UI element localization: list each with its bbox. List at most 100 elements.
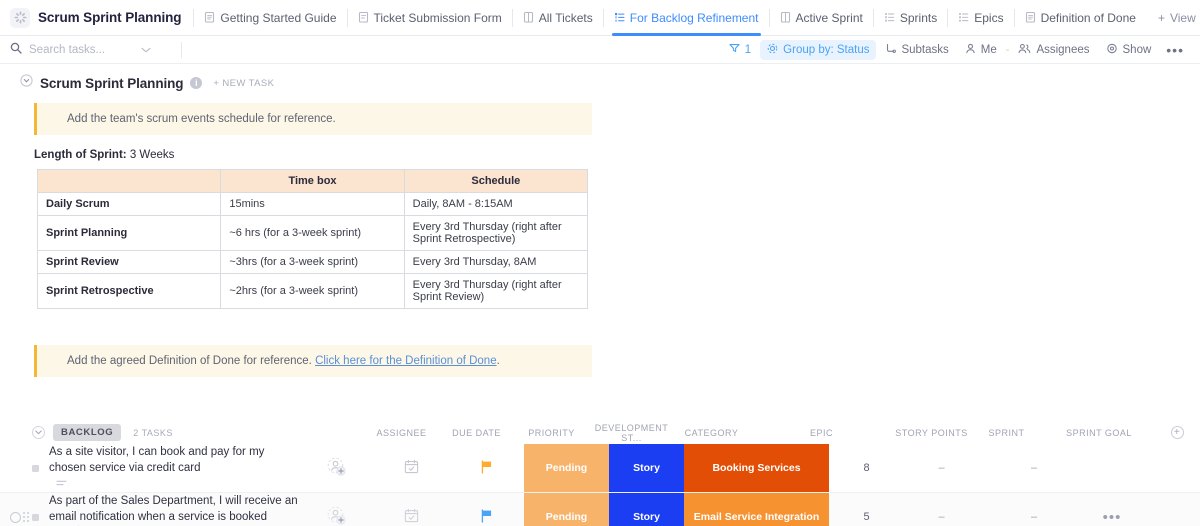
- list-icon: [958, 11, 969, 23]
- cell-development-status[interactable]: Pending: [524, 444, 609, 492]
- cell-assignee[interactable]: [299, 444, 374, 492]
- cell-row-menu[interactable]: [1089, 444, 1135, 492]
- tab-label: Ticket Submission Form: [373, 10, 502, 25]
- cell-development-status[interactable]: Pending: [524, 493, 609, 526]
- page-header: Scrum Sprint Planning i + NEW TASK: [0, 74, 1200, 92]
- task-name-text: As part of the Sales Department, I will …: [49, 495, 298, 523]
- table-cell-schedule: Every 3rd Thursday (right after Sprint R…: [403, 215, 589, 251]
- me-button[interactable]: Me: [958, 40, 1004, 60]
- tab-label: Active Sprint: [795, 10, 863, 25]
- table-cell-event: Sprint Review: [36, 250, 222, 274]
- doc-icon: [1025, 11, 1036, 23]
- toolbar-divider: [181, 41, 182, 58]
- plus-icon: +: [1157, 10, 1165, 25]
- cell-sprint-goal[interactable]: –: [979, 444, 1089, 492]
- cell-sprint-goal[interactable]: –: [979, 493, 1089, 526]
- view-toolbar: 1 Group by: Status Subtasks Me - Assigne: [0, 36, 1200, 64]
- clickup-spinner-icon: [10, 7, 30, 28]
- column-header-due-date[interactable]: DUE DATE: [439, 423, 514, 443]
- tab-all-tickets[interactable]: All Tickets: [513, 0, 603, 36]
- assignees-button[interactable]: Assignees: [1011, 40, 1096, 60]
- collapse-group-icon[interactable]: [32, 426, 45, 439]
- assignees-label: Assignees: [1036, 43, 1090, 56]
- add-assignee-icon: [327, 506, 346, 526]
- table-row: Daily Scrum 15mins Daily, 8AM - 8:15AM: [36, 192, 589, 216]
- tab-getting-started-guide[interactable]: Getting Started Guide: [194, 0, 346, 36]
- column-header-story-points[interactable]: STORY POINTS: [894, 423, 969, 443]
- tab-sprints[interactable]: Sprints: [874, 0, 947, 36]
- toolbar-right-group: 1 Group by: Status Subtasks Me - Assigne: [722, 39, 1200, 60]
- sprint-length-label: Length of Sprint:: [34, 149, 127, 161]
- cell-due-date[interactable]: [374, 444, 449, 492]
- filter-button[interactable]: 1: [722, 40, 758, 59]
- app-title: Scrum Sprint Planning: [38, 10, 182, 25]
- flag-icon: [480, 508, 493, 526]
- tab-label: Sprints: [899, 10, 938, 25]
- group-by-button[interactable]: Group by: Status: [760, 39, 877, 60]
- row-menu-button[interactable]: •••: [1089, 493, 1135, 526]
- chevron-down-icon[interactable]: [141, 44, 151, 56]
- add-view-button[interactable]: + View: [1146, 11, 1200, 25]
- column-header-sprint-goal[interactable]: SPRINT GOAL: [1044, 423, 1154, 443]
- task-name[interactable]: As part of the Sales Department, I will …: [49, 493, 299, 526]
- column-header-category[interactable]: CATEGORY: [674, 423, 749, 443]
- collapse-chevron-icon[interactable]: [20, 74, 33, 92]
- search-box[interactable]: [10, 42, 175, 57]
- cell-sprint[interactable]: –: [904, 493, 979, 526]
- group-icon: [767, 43, 778, 57]
- row-handle[interactable]: [0, 493, 32, 526]
- status-badge[interactable]: BACKLOG: [53, 424, 122, 441]
- add-column-button[interactable]: +: [1154, 423, 1200, 443]
- task-name[interactable]: As a site visitor, I can book and pay fo…: [49, 444, 299, 492]
- column-header-epic[interactable]: EPIC: [749, 423, 894, 443]
- new-task-button[interactable]: + NEW TASK: [213, 78, 274, 89]
- subtask-icon[interactable]: [56, 476, 67, 492]
- info-icon[interactable]: i: [190, 77, 203, 89]
- cell-category[interactable]: Story: [609, 444, 684, 492]
- tab-epics[interactable]: Epics: [948, 0, 1013, 36]
- sprint-length: Length of Sprint: 3 Weeks: [34, 149, 1200, 161]
- cell-epic[interactable]: Booking Services: [684, 444, 829, 492]
- task-count: 2 TASKS: [133, 427, 173, 438]
- drag-handle-icon[interactable]: [23, 512, 29, 522]
- row-handle[interactable]: [0, 444, 32, 492]
- search-input[interactable]: [29, 43, 134, 56]
- definition-of-done-link[interactable]: Click here for the Definition of Done: [315, 355, 497, 367]
- table-row[interactable]: As a site visitor, I can book and pay fo…: [0, 444, 1200, 493]
- cell-sprint[interactable]: –: [904, 444, 979, 492]
- callout-tail: .: [496, 355, 500, 367]
- cell-story-points[interactable]: 5: [829, 493, 904, 526]
- show-button[interactable]: Show: [1099, 40, 1159, 60]
- tab-definition-of-done[interactable]: Definition of Done: [1015, 0, 1146, 36]
- task-group-header: BACKLOG 2 TASKS ASSIGNEE DUE DATE PRIORI…: [0, 421, 1200, 444]
- top-tab-bar: Scrum Sprint Planning Getting Started Gu…: [0, 0, 1200, 36]
- column-header-priority[interactable]: PRIORITY: [514, 423, 589, 443]
- tab-ticket-submission-form[interactable]: Ticket Submission Form: [348, 0, 512, 36]
- column-header-development-status[interactable]: DEVELOPMENT ST...: [589, 423, 674, 443]
- column-headers: ASSIGNEE DUE DATE PRIORITY DEVELOPMENT S…: [364, 423, 1200, 443]
- page-title: Scrum Sprint Planning: [40, 75, 184, 91]
- sprint-length-value: 3 Weeks: [129, 149, 175, 161]
- board-icon: [780, 11, 791, 23]
- cell-due-date[interactable]: [374, 493, 449, 526]
- callout-text: Add the team's scrum events schedule for…: [67, 113, 336, 125]
- cell-priority[interactable]: [449, 493, 524, 526]
- table-row: Sprint Retrospective ~2hrs (for a 3-week…: [36, 273, 589, 309]
- show-label: Show: [1122, 43, 1152, 56]
- tab-active-sprint[interactable]: Active Sprint: [770, 0, 873, 36]
- column-header-sprint[interactable]: SPRINT: [969, 423, 1044, 443]
- column-header-assignee[interactable]: ASSIGNEE: [364, 423, 439, 443]
- cell-story-points[interactable]: 8: [829, 444, 904, 492]
- cell-priority[interactable]: [449, 444, 524, 492]
- more-options-button[interactable]: •••: [1160, 42, 1190, 58]
- table-row[interactable]: As part of the Sales Department, I will …: [0, 493, 1200, 526]
- cell-assignee[interactable]: [299, 493, 374, 526]
- subtasks-button[interactable]: Subtasks: [878, 40, 955, 60]
- cell-epic[interactable]: Email Service Integration: [684, 493, 829, 526]
- eye-icon: [1106, 43, 1118, 57]
- callout-dod-wrap: Add the agreed Definition of Done for re…: [0, 345, 1200, 377]
- task-status-checkbox[interactable]: [10, 511, 21, 523]
- tab-for-backlog-refinement[interactable]: For Backlog Refinement: [604, 0, 769, 36]
- cell-category[interactable]: Story: [609, 493, 684, 526]
- tab-label: Definition of Done: [1040, 10, 1136, 25]
